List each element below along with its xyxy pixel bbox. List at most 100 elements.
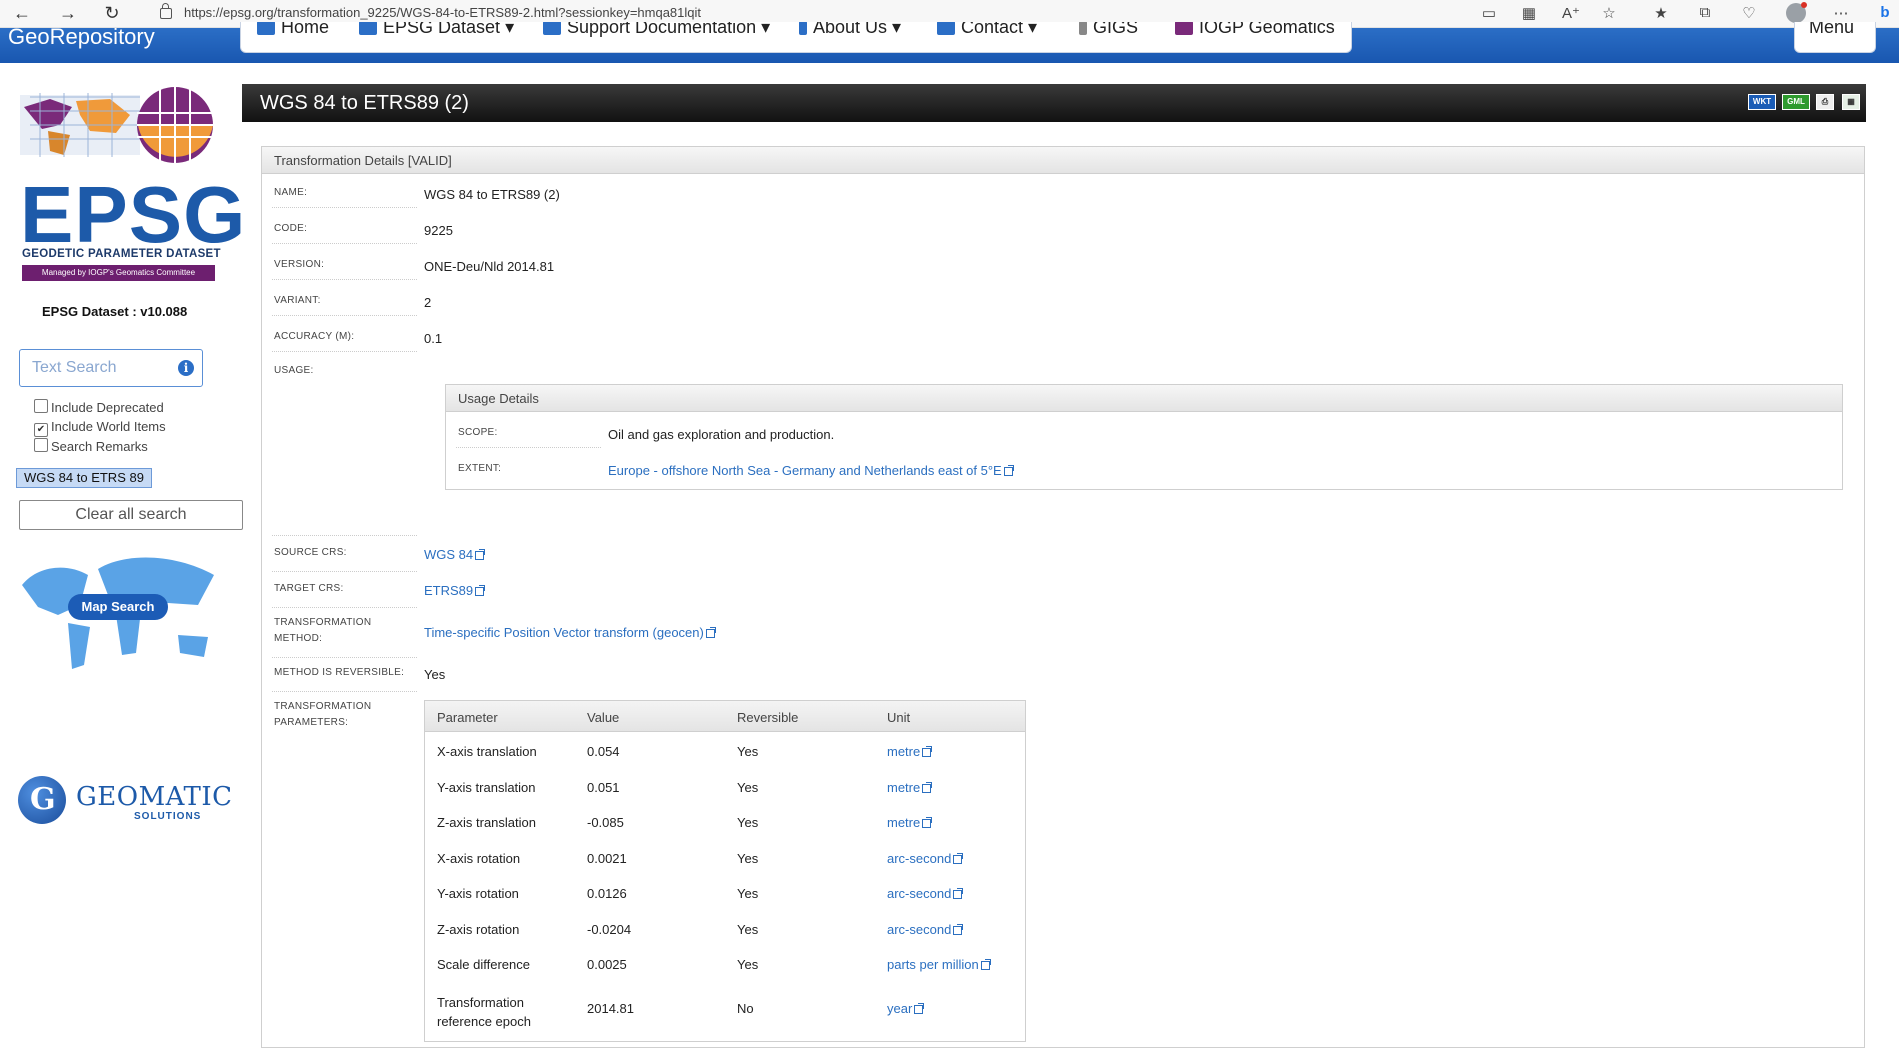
contact-icon	[937, 22, 955, 36]
include-world-items-checkbox[interactable]: ✔ Include World Items	[34, 419, 166, 437]
usage-header: Usage Details	[446, 385, 1842, 412]
name-label: NAME:	[274, 187, 308, 198]
param-reversible: Yes	[737, 922, 759, 937]
panel-header: Transformation Details [VALID]	[262, 147, 1864, 174]
docs-icon	[543, 22, 561, 36]
epsg-managed-banner: Managed by IOGP's Geomatics Committee	[22, 265, 215, 281]
favorites-icon[interactable]: ★	[1650, 4, 1672, 22]
param-value: -0.085	[587, 815, 624, 830]
param-unit-link[interactable]: arc-second	[887, 922, 964, 937]
header-parameter: Parameter	[437, 710, 498, 725]
target-crs-link[interactable]: ETRS89	[424, 583, 486, 598]
row-divider	[272, 691, 417, 692]
gml-export-button[interactable]: GML	[1782, 94, 1810, 110]
row-divider	[272, 657, 417, 658]
wkt-export-button[interactable]: WKT	[1748, 94, 1776, 110]
geomatic-solutions-logo[interactable]: GEOMATIC SOLUTIONS	[18, 776, 232, 826]
method-link[interactable]: Time-specific Position Vector transform …	[424, 625, 716, 640]
param-unit-link[interactable]: arc-second	[887, 886, 964, 901]
geomatic-subtitle: SOLUTIONS	[134, 811, 202, 822]
param-value: -0.0204	[587, 922, 632, 937]
param-unit-link[interactable]: arc-second	[887, 851, 964, 866]
include-deprecated-checkbox[interactable]: Include Deprecated	[34, 399, 164, 415]
param-name: Scale difference	[437, 957, 530, 972]
back-icon[interactable]: ←	[10, 3, 34, 23]
lock-icon	[160, 3, 172, 20]
favorite-star-icon[interactable]: ☆	[1598, 4, 1620, 22]
accuracy-label: ACCURACY (M):	[274, 331, 355, 342]
row-divider	[456, 447, 601, 448]
param-value: 0.0021	[587, 851, 627, 866]
health-icon[interactable]: ♡	[1738, 4, 1760, 22]
url-text: https://epsg.org/transformation_9225/WGS…	[184, 5, 702, 20]
checkbox-icon	[34, 438, 48, 452]
param-value: 2014.81	[587, 1001, 634, 1016]
param-name: Z-axis translation	[437, 815, 536, 830]
map-search-button[interactable]: Map Search	[68, 594, 168, 620]
spreadsheet-icon[interactable]: ▦	[1842, 94, 1860, 110]
search-remarks-checkbox[interactable]: Search Remarks	[34, 438, 148, 454]
scope-value: Oil and gas exploration and production.	[608, 427, 835, 442]
geomatic-emblem-icon	[18, 776, 66, 824]
row-divider	[272, 607, 417, 608]
target-crs-label: TARGET CRS:	[274, 583, 344, 594]
menu-button[interactable]: Menu	[1794, 22, 1876, 53]
param-value: 0.0025	[587, 957, 627, 972]
param-reversible: Yes	[737, 851, 759, 866]
apps-icon[interactable]: ▦	[1518, 4, 1540, 22]
collections-icon[interactable]: ⧉	[1694, 4, 1716, 21]
pin-icon	[1079, 22, 1087, 36]
row-divider	[272, 571, 417, 572]
param-reversible: Yes	[737, 780, 759, 795]
active-search-chip[interactable]: WGS 84 to ETRS 89	[16, 468, 152, 488]
external-link-icon	[1003, 465, 1014, 476]
reader-view-icon[interactable]: ▭	[1478, 4, 1500, 22]
param-unit-link[interactable]: metre	[887, 744, 933, 759]
nav-home[interactable]: Home	[257, 22, 329, 38]
params-header-row: Parameter Value Reversible Unit	[425, 701, 1025, 732]
forward-icon[interactable]: →	[56, 3, 80, 23]
nav-about-us[interactable]: About Us ▾	[799, 22, 901, 38]
transformation-parameters-table: Parameter Value Reversible Unit X-axis t…	[424, 700, 1026, 1042]
external-link-icon	[475, 549, 486, 560]
scope-label: SCOPE:	[458, 427, 498, 438]
page-title-bar: WGS 84 to ETRS89 (2) WKT GML ⎙ ▦	[242, 84, 1866, 122]
nav-epsg-dataset[interactable]: EPSG Dataset ▾	[359, 22, 514, 38]
param-unit-link[interactable]: year	[887, 1001, 925, 1016]
iogp-icon	[1175, 22, 1193, 36]
epsg-logo-title: EPSG	[20, 170, 247, 259]
param-value: 0.0126	[587, 886, 627, 901]
address-bar[interactable]: https://epsg.org/transformation_9225/WGS…	[140, 2, 1440, 24]
param-name: Z-axis rotation	[437, 922, 520, 937]
profile-avatar[interactable]	[1786, 2, 1807, 23]
header-value: Value	[587, 710, 620, 725]
main-menu: Home EPSG Dataset ▾ Support Documentatio…	[240, 22, 1352, 53]
more-icon[interactable]: ⋯	[1830, 4, 1852, 22]
param-unit-link[interactable]: metre	[887, 780, 933, 795]
brand-logo[interactable]: GeoRepository	[8, 26, 155, 48]
nav-support-documentation[interactable]: Support Documentation ▾	[543, 22, 770, 38]
source-crs-link[interactable]: WGS 84	[424, 547, 486, 562]
external-link-icon	[914, 1003, 925, 1014]
info-icon[interactable]: i	[178, 360, 194, 376]
bing-icon[interactable]: b	[1874, 4, 1896, 21]
nav-gigs[interactable]: GIGS	[1079, 22, 1138, 38]
extent-link[interactable]: Europe - offshore North Sea - Germany an…	[608, 463, 1014, 478]
epsg-globe-logo	[20, 87, 213, 163]
clear-all-search-button[interactable]: Clear all search	[19, 500, 243, 530]
external-link-icon	[922, 782, 933, 793]
param-unit-link[interactable]: metre	[887, 815, 933, 830]
external-link-icon	[980, 959, 991, 970]
row-divider	[272, 351, 417, 352]
refresh-icon[interactable]: ↻	[100, 3, 124, 23]
read-aloud-icon[interactable]: A⁺	[1560, 4, 1582, 22]
nav-contact[interactable]: Contact ▾	[937, 22, 1037, 38]
row-divider	[272, 315, 417, 316]
checkbox-checked-icon: ✔	[34, 423, 48, 437]
param-value: 0.054	[587, 744, 620, 759]
param-reversible: Yes	[737, 957, 759, 972]
nav-iogp-geomatics[interactable]: IOGP Geomatics	[1175, 22, 1335, 38]
print-icon[interactable]: ⎙	[1816, 94, 1834, 110]
text-search-input[interactable]	[30, 358, 174, 378]
param-unit-link[interactable]: parts per million	[887, 957, 991, 972]
